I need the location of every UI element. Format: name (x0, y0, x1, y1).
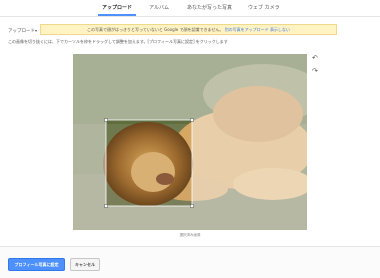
lion-photo (73, 54, 307, 230)
cancel-button[interactable]: キャンセル (70, 258, 100, 271)
image-caption: 選択済み画像 (179, 233, 201, 237)
active-tab-indicator (98, 14, 136, 16)
tab-bar: アップロード アルバム あなたが写った写真 ウェブ カメラ (0, 0, 380, 17)
upload-another-link[interactable]: 別の写真をアップロード (225, 27, 269, 32)
chevron-down-icon[interactable]: ▾ (35, 28, 37, 33)
crop-handle-top-left[interactable] (104, 118, 108, 122)
crop-handle-bottom-left[interactable] (104, 204, 108, 208)
profile-photo-dialog: アップロード アルバム あなたが写った写真 ウェブ カメラ アップロード ▾ こ… (0, 0, 380, 278)
notice-banner: この写真で顔がはっきりと写っていないと Google で顔を認識できません。 別… (40, 24, 337, 35)
rotate-right-icon[interactable]: ↷ (312, 68, 318, 75)
tab-photos-of-you[interactable]: あなたが写った写真 (187, 4, 232, 11)
tab-upload[interactable]: アップロード (102, 4, 132, 11)
dismiss-link[interactable]: 表示しない (270, 27, 290, 32)
crop-handle-bottom-right[interactable] (190, 204, 194, 208)
rotate-left-icon[interactable]: ↶ (312, 55, 318, 62)
crop-handle-top-right[interactable] (190, 118, 194, 122)
set-profile-photo-button[interactable]: プロフィール写真に設定 (8, 258, 65, 271)
tab-webcam[interactable]: ウェブ カメラ (248, 4, 280, 11)
tab-albums[interactable]: アルバム (149, 4, 169, 11)
upload-label[interactable]: アップロード (8, 28, 35, 34)
crop-instruction: この画像を切り抜くには、下でカーソルを枠をドラッグして調整を加えます。[プロフィ… (8, 39, 228, 44)
notice-text: この写真で顔がはっきりと写っていないと Google で顔を認識できません。 (87, 27, 224, 32)
